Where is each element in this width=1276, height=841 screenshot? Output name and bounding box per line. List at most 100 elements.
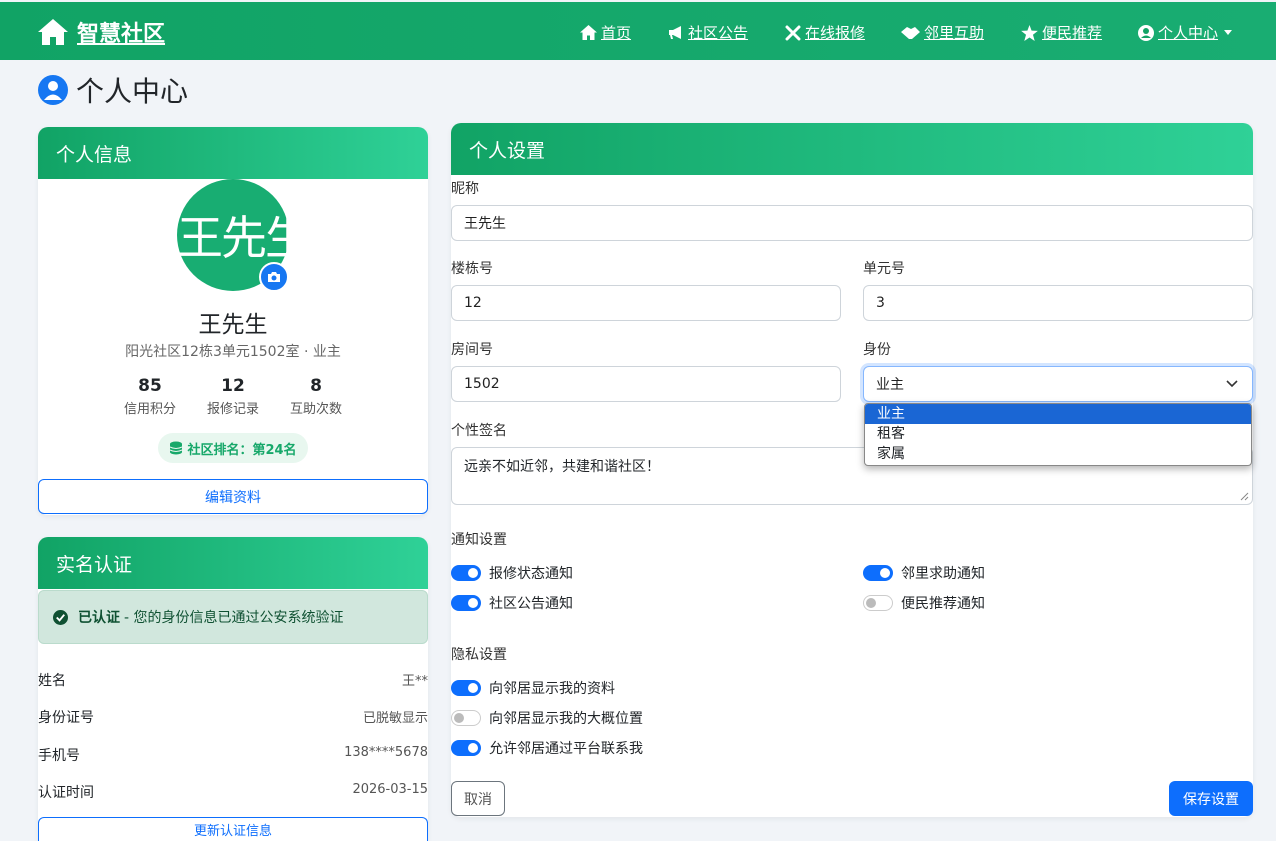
allow-contact-switch[interactable]: 允许邻居通过平台联系我 [451,738,643,758]
check-circle-icon [53,609,68,625]
row-label: 身份证号 [38,710,94,726]
help-notify-switch[interactable]: 邻里求助通知 [863,563,985,583]
recommend-notify-switch[interactable]: 便民推荐通知 [863,593,985,613]
row-label: 手机号 [38,748,80,764]
switch-label: 向邻居显示我的大概位置 [489,711,643,727]
profile-card-header: 个人信息 [38,127,428,179]
announcement-notify-switch[interactable]: 社区公告通知 [451,593,573,613]
toggle-switch[interactable] [863,565,893,581]
nav-recommend[interactable]: 便民推荐 [1021,22,1102,43]
nav-home-label: 首页 [601,24,632,42]
verification-card-header: 实名认证 [38,537,428,589]
verified-alert: 已认证 - 您的身份信息已通过公安系统验证 [38,590,428,644]
identity-option[interactable]: 家属 [865,444,1251,464]
room-input[interactable]: 1502 [451,366,841,402]
stat-value: 8 [310,376,322,396]
building-input[interactable]: 12 [451,285,841,321]
toggle-switch[interactable] [451,740,481,756]
cancel-button[interactable]: 取消 [451,781,505,816]
page-title: 个人中心 [38,70,188,110]
edit-profile-button[interactable]: 编辑资料 [38,479,428,514]
identity-selected-value: 业主 [876,377,904,393]
verification-card: 实名认证 已认证 - 您的身份信息已通过公安系统验证 姓名 王** 身份证号 已… [38,537,428,841]
nav-recommend-label: 便民推荐 [1042,24,1103,42]
user-circle-icon [1138,24,1154,41]
megaphone-icon [669,26,681,39]
toggle-switch[interactable] [451,595,481,611]
identity-select[interactable]: 业主 [863,366,1253,402]
nickname-input[interactable]: 王先生 [451,205,1253,241]
nav-profile-label: 个人中心 [1158,24,1219,42]
avatar-text: 王先生 [177,211,289,265]
profile-card: 个人信息 王先生 王先生 阳光社区12栋3单元1502室 · 业主 85 信用积… [38,127,428,515]
switch-label: 向邻居显示我的资料 [489,681,615,697]
resize-handle-icon[interactable] [1240,492,1249,501]
toggle-switch[interactable] [451,565,481,581]
page-title-text: 个人中心 [76,75,189,108]
stat-value: 85 [138,376,162,396]
switch-label: 社区公告通知 [489,596,573,612]
verification-row: 认证时间 2026-03-15 [38,782,428,802]
identity-label: 身份 [863,342,891,358]
row-value: 王** [401,674,428,689]
privacy-section-title: 隐私设置 [451,647,507,663]
signature-label: 个性签名 [451,423,507,439]
identity-option[interactable]: 租客 [865,424,1251,444]
building-label: 楼栋号 [451,261,493,277]
nickname-label: 昵称 [451,181,479,197]
verification-row: 姓名 王** [38,670,428,690]
top-navbar: 智慧社区 首页 社区公告 在线报修 邻里互助 便民推荐 个人中心 [0,2,1276,60]
brand-name: 智慧社区 [77,22,166,47]
row-value: 2026-03-15 [352,782,428,797]
camera-icon [268,272,280,282]
toggle-switch[interactable] [451,680,481,696]
update-verification-button[interactable]: 更新认证信息 [38,817,428,841]
room-label: 房间号 [451,342,493,358]
notify-section-title: 通知设置 [451,532,507,548]
row-label: 姓名 [38,673,66,689]
show-location-switch[interactable]: 向邻居显示我的大概位置 [451,708,643,728]
tools-icon [785,25,801,40]
row-value: 已脱敏显示 [362,711,428,726]
nav-announcements-label: 社区公告 [688,24,749,42]
nav-repair-label: 在线报修 [805,24,866,42]
nav-repair[interactable]: 在线报修 [785,22,865,43]
unit-input[interactable]: 3 [863,285,1253,321]
star-icon [1021,24,1038,41]
repair-notify-switch[interactable]: 报修状态通知 [451,563,573,583]
stat-mutual-aid: 8 互助次数 [276,376,356,417]
settings-card-header: 个人设置 [451,123,1253,175]
stat-value: 12 [221,376,245,396]
verified-text: - 您的身份信息已通过公安系统验证 [124,610,344,626]
verification-row: 身份证号 已脱敏显示 [38,707,428,727]
nav-profile-dropdown[interactable]: 个人中心 [1138,22,1233,43]
identity-dropdown-list: 业主 租客 家属 [864,403,1252,466]
stat-label: 报修记录 [206,402,259,417]
handshake-icon [901,26,920,39]
community-rank-badge: 社区排名：第24名 [158,433,308,463]
show-profile-switch[interactable]: 向邻居显示我的资料 [451,678,615,698]
toggle-switch[interactable] [863,595,893,611]
identity-option[interactable]: 业主 [865,404,1251,424]
row-label: 认证时间 [38,785,94,801]
nav-announcements[interactable]: 社区公告 [668,22,748,43]
nav-mutual-aid-label: 邻里互助 [924,24,985,42]
toggle-switch[interactable] [451,710,481,726]
upload-avatar-button[interactable] [259,262,289,292]
verification-row: 手机号 138****5678 [38,745,428,765]
switch-label: 允许邻居通过平台联系我 [489,741,643,757]
unit-label: 单元号 [863,261,905,277]
stat-label: 互助次数 [289,402,342,417]
user-name: 王先生 [198,312,268,338]
coins-icon [170,441,183,455]
stat-label: 信用积分 [123,402,176,417]
nav-mutual-aid[interactable]: 邻里互助 [901,22,984,43]
user-circle-icon [38,75,68,105]
switch-label: 便民推荐通知 [901,596,985,612]
user-address: 阳光社区12栋3单元1502室 · 业主 [125,344,341,360]
stat-repairs: 12 报修记录 [193,376,273,417]
save-settings-button[interactable]: 保存设置 [1169,781,1253,816]
nav-home[interactable]: 首页 [580,22,631,43]
stat-credit: 85 信用积分 [110,376,190,417]
brand-link[interactable]: 智慧社区 [37,16,165,48]
